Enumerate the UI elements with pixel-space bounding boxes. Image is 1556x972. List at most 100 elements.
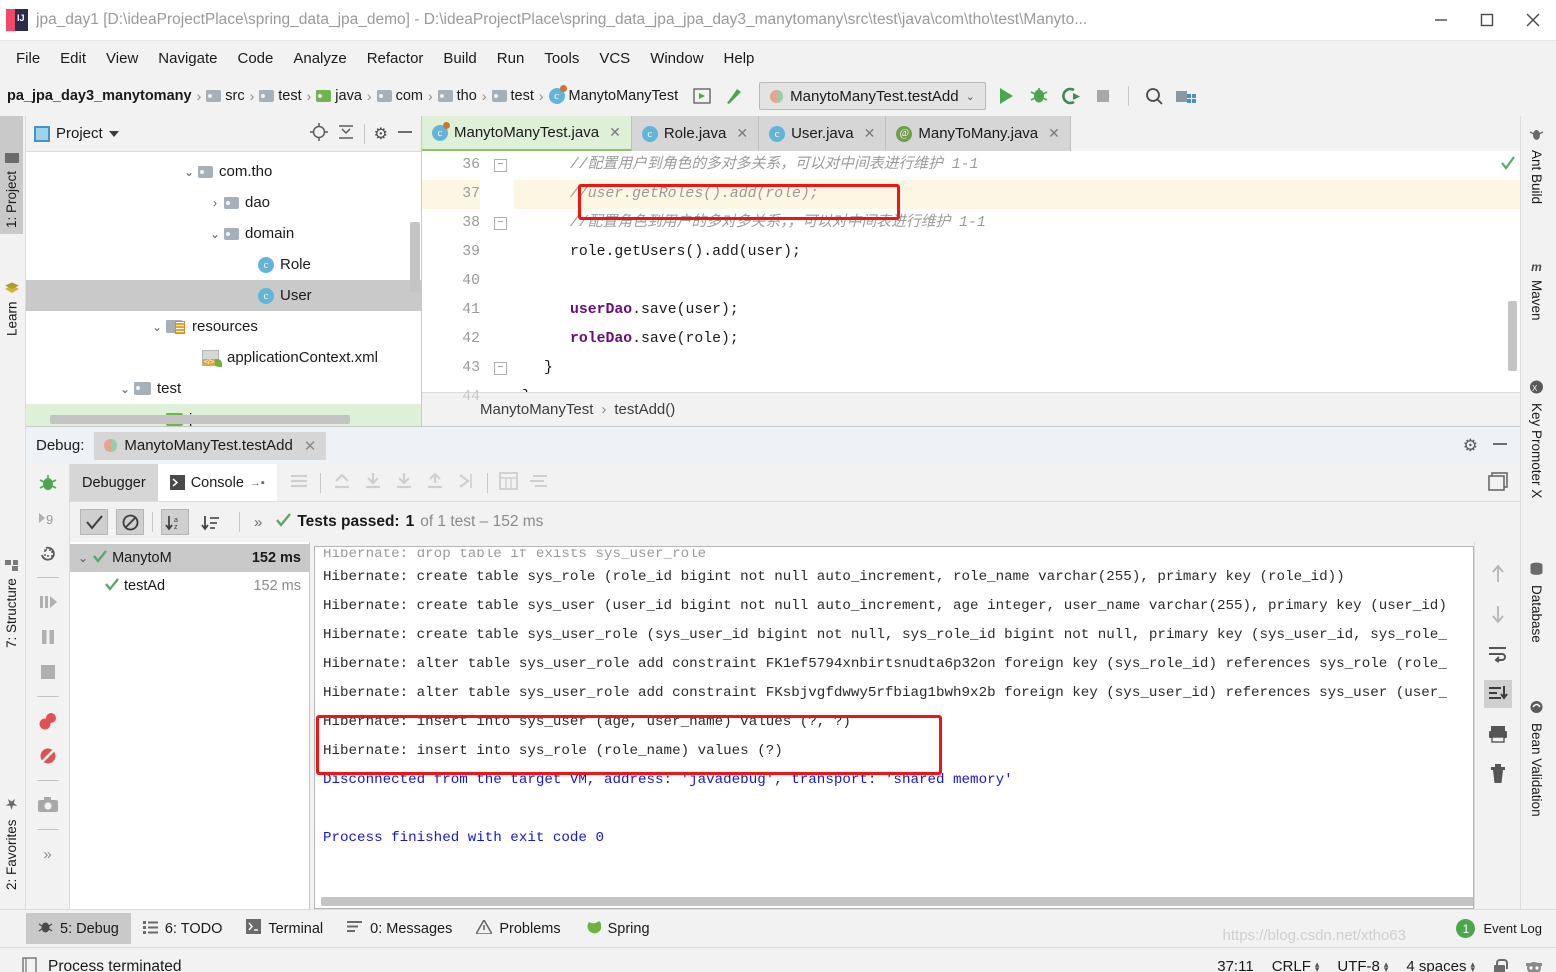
collapse-all-icon[interactable] — [337, 123, 355, 144]
editor-tab-user[interactable]: c User.java ✕ — [759, 116, 887, 151]
mute-breakpoints-icon[interactable] — [35, 743, 61, 769]
fold-marker[interactable]: − — [494, 217, 507, 230]
project-tree[interactable]: ⌄ com.tho › dao ⌄ domain c Role c User ⌄… — [26, 152, 421, 426]
close-icon[interactable]: ✕ — [1048, 125, 1060, 142]
fold-marker[interactable]: − — [494, 159, 507, 172]
chevron-down-icon[interactable]: ⌄ — [116, 382, 134, 396]
sidebar-item-learn[interactable]: Learn — [0, 244, 24, 342]
sidebar-item-maven[interactable]: m Maven — [1525, 254, 1548, 352]
menu-run[interactable]: Run — [487, 47, 535, 70]
chevron-down-icon[interactable]: ⌄ — [148, 320, 166, 334]
fold-marker[interactable]: − — [494, 362, 507, 375]
show-ignored-tests-button[interactable] — [116, 509, 144, 535]
gear-icon[interactable]: ⚙ — [374, 124, 388, 144]
debug-session-tab[interactable]: ManytoManyTest.testAdd ✕ — [94, 431, 327, 460]
sort-by-duration-button[interactable] — [197, 509, 225, 535]
line-separator-selector[interactable]: CRLF ▴ ▾ — [1272, 958, 1320, 972]
resume-program-icon[interactable]: 9 — [35, 505, 61, 531]
down-arrow-icon[interactable] — [1484, 600, 1512, 628]
force-step-into-icon[interactable] — [394, 472, 414, 493]
event-log-area[interactable]: 1 Event Log — [1456, 919, 1556, 938]
debug-icon[interactable] — [35, 470, 61, 496]
toolwindow-todo[interactable]: 6: TODO — [131, 914, 234, 944]
sidebar-item-structure[interactable]: 7: Structure — [0, 526, 23, 654]
lock-open-icon[interactable] — [1493, 959, 1508, 972]
menu-build[interactable]: Build — [433, 47, 486, 70]
code-text-area[interactable]: //配置用户到角色的多对多关系，可以对中间表进行维护 1-1 //user.ge… — [514, 151, 1520, 392]
tree-node-role[interactable]: c Role — [26, 249, 421, 280]
close-icon[interactable]: ✕ — [304, 437, 317, 455]
more-actions-icon[interactable]: » — [35, 841, 61, 867]
chevron-right-icon[interactable]: › — [206, 196, 224, 210]
scroll-to-end-icon[interactable] — [1483, 680, 1512, 708]
tree-node-application-context[interactable]: applicationContext.xml — [26, 342, 421, 373]
sidebar-item-database[interactable]: Database — [1525, 556, 1548, 672]
caret-position[interactable]: 37:11 — [1217, 958, 1253, 972]
maximize-icon[interactable] — [1464, 0, 1510, 41]
menu-view[interactable]: View — [96, 47, 148, 70]
hide-panel-icon[interactable] — [1492, 436, 1508, 456]
encoding-selector[interactable]: UTF-8 ▴ ▾ — [1337, 958, 1388, 972]
hide-panel-icon[interactable] — [397, 124, 413, 143]
search-everywhere-icon[interactable] — [1143, 85, 1165, 107]
tree-node-user[interactable]: c User — [26, 280, 421, 311]
close-icon[interactable]: ✕ — [609, 124, 621, 141]
sidebar-item-favorites[interactable]: 2: Favorites ★ — [0, 756, 23, 896]
menu-window[interactable]: Window — [640, 47, 713, 70]
chevron-down-icon[interactable]: ⌄ — [78, 551, 88, 565]
test-tree-row-case[interactable]: testAd 152 ms — [70, 572, 309, 600]
pin-tab-icon[interactable]: →▪ — [250, 477, 265, 489]
view-breakpoints-icon[interactable] — [35, 708, 61, 734]
step-out-icon[interactable] — [332, 472, 352, 493]
camera-icon[interactable] — [35, 792, 61, 818]
close-icon[interactable]: ✕ — [864, 125, 876, 142]
step-over-icon[interactable] — [35, 589, 61, 615]
tree-node-dao[interactable]: › dao — [26, 187, 421, 218]
show-passed-tests-button[interactable] — [80, 509, 108, 535]
close-icon[interactable] — [1510, 0, 1556, 41]
toolwindow-terminal[interactable]: Terminal — [234, 913, 335, 944]
run-with-coverage-icon[interactable] — [1060, 85, 1082, 107]
menu-navigate[interactable]: Navigate — [148, 47, 227, 70]
breadcrumb-class[interactable]: c ManytoManyTest — [546, 85, 682, 104]
print-icon[interactable] — [1484, 720, 1512, 748]
chevron-down-icon[interactable]: ⌄ — [206, 227, 224, 241]
run-button[interactable] — [996, 85, 1018, 107]
chevron-down-icon[interactable]: ⌄ — [180, 165, 198, 179]
test-tree-row-suite[interactable]: ⌄ ManytoM 152 ms — [70, 544, 309, 572]
code-editor[interactable]: 36 37 38 39 40 41 42 43 44 − − − //配置用户到… — [422, 151, 1520, 405]
soft-wrap-icon[interactable] — [289, 472, 309, 493]
up-arrow-icon[interactable] — [1484, 560, 1512, 588]
locate-file-icon[interactable] — [309, 123, 328, 144]
restore-layout-icon[interactable] — [1488, 471, 1510, 494]
run-anything-icon[interactable] — [691, 85, 713, 107]
fold-gutter[interactable]: − − − — [488, 151, 514, 392]
toolwindow-messages[interactable]: 0: Messages — [335, 914, 464, 943]
project-structure-icon[interactable] — [1175, 85, 1197, 107]
tree-node-domain[interactable]: ⌄ domain — [26, 218, 421, 249]
tree-node-com-tho[interactable]: ⌄ com.tho — [26, 156, 421, 187]
project-tree-horizontal-scrollbar[interactable] — [50, 415, 350, 424]
restart-icon[interactable] — [35, 540, 61, 566]
toolwindow-spring[interactable]: Spring — [573, 913, 662, 944]
toolwindow-debug[interactable]: 5: Debug — [26, 913, 131, 944]
breadcrumb-com[interactable]: com — [374, 88, 426, 104]
run-configuration-selector[interactable]: ManytoManyTest.testAdd ⌄ — [759, 82, 986, 110]
more-test-options-icon[interactable]: » — [254, 514, 262, 531]
breadcrumb-class-name[interactable]: ManytoManyTest — [480, 401, 593, 418]
hector-icon[interactable] — [1524, 955, 1544, 972]
step-up-icon[interactable] — [425, 472, 445, 493]
soft-wrap-lines-icon[interactable] — [1484, 640, 1512, 668]
editor-tab-manytomany[interactable]: @ ManyToMany.java ✕ — [886, 116, 1071, 151]
sidebar-item-project[interactable]: 1: Project — [0, 116, 23, 234]
stop-icon[interactable] — [35, 659, 61, 685]
console-output[interactable]: Hibernate: drop table if exists sys_user… — [314, 546, 1474, 909]
debug-button[interactable] — [1028, 85, 1050, 107]
test-tree[interactable]: ⌄ ManytoM 152 ms testAd 152 ms — [70, 542, 310, 909]
sidebar-item-ant-build[interactable]: Ant Build — [1525, 122, 1548, 230]
step-into-icon[interactable] — [363, 472, 383, 493]
menu-code[interactable]: Code — [227, 47, 283, 70]
sidebar-item-bean-validation[interactable]: Bean Validation — [1525, 694, 1548, 852]
console-horizontal-scrollbar[interactable] — [321, 897, 1473, 906]
inspection-status-icon[interactable] — [1500, 155, 1516, 176]
